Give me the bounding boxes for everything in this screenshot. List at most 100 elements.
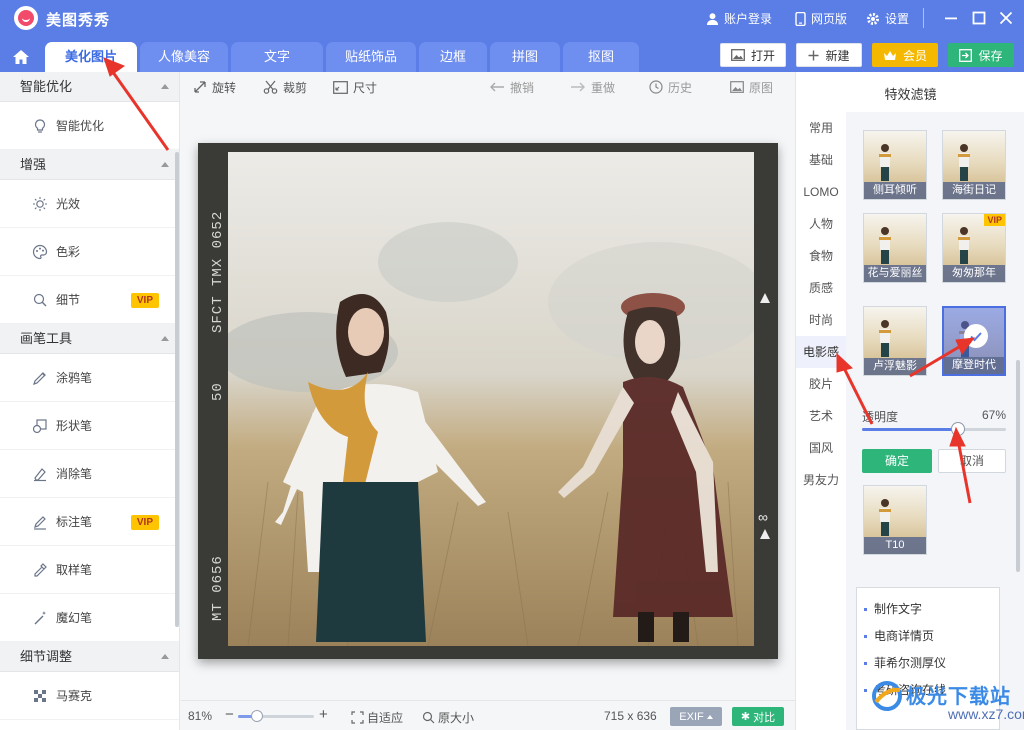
new-button[interactable]: 新建 — [796, 43, 862, 67]
filter-thumb[interactable]: T10 — [863, 485, 927, 555]
collapse-caret-icon — [161, 336, 169, 341]
category-art[interactable]: 艺术 — [796, 400, 846, 432]
phone-icon — [795, 11, 806, 26]
close-icon — [999, 11, 1013, 25]
tab-borders[interactable]: 边框 — [419, 42, 487, 72]
settings-label: 设置 — [885, 12, 910, 26]
web-version-button[interactable]: 网页版 — [795, 10, 847, 27]
tool-light-effect[interactable]: 光效 — [0, 180, 179, 228]
tab-cutout[interactable]: 抠图 — [563, 42, 639, 72]
user-icon — [706, 13, 719, 25]
original-button[interactable]: 原图 — [730, 78, 773, 96]
filter-thumb[interactable]: 卢浮魅影 — [863, 306, 927, 376]
tool-sample-pen[interactable]: 取样笔 — [0, 546, 179, 594]
category-texture[interactable]: 质感 — [796, 272, 846, 304]
compare-button[interactable]: ✱ 对比 — [732, 707, 784, 726]
tool-magic-pen[interactable]: 魔幻笔 — [0, 594, 179, 642]
category-common[interactable]: 常用 — [796, 112, 846, 144]
category-cinematic[interactable]: 电影感 — [796, 336, 846, 368]
popup-link[interactable]: 制作文字 — [857, 596, 999, 623]
section-brush-tools[interactable]: 画笔工具 — [0, 324, 179, 354]
rotate-button[interactable]: 旋转 — [193, 78, 236, 96]
zoom-slider[interactable] — [238, 710, 314, 722]
checkmark-icon — [964, 324, 988, 348]
opacity-slider[interactable] — [862, 422, 1006, 436]
size-button[interactable]: 尺寸 — [333, 78, 377, 96]
popup-link[interactable]: 电商详情页 — [857, 623, 999, 650]
filter-panel-title: 特效滤镜 — [884, 87, 937, 102]
section-smart-optimize[interactable]: 智能优化 — [0, 72, 179, 102]
filter-name: 匆匆那年 — [943, 265, 1005, 282]
exif-button[interactable]: EXIF — [670, 707, 722, 726]
magnify-icon — [422, 711, 435, 724]
magnify-icon — [33, 293, 47, 306]
tool-color[interactable]: 色彩 — [0, 228, 179, 276]
tab-text[interactable]: 文字 — [231, 42, 323, 72]
vip-member-label: 会员 — [902, 48, 927, 63]
tool-eraser-pen[interactable]: 消除笔 — [0, 450, 179, 498]
popup-link[interactable]: 菲希尔测厚仪 — [857, 650, 999, 677]
settings-button[interactable]: 设置 — [866, 10, 909, 27]
category-fashion[interactable]: 时尚 — [796, 304, 846, 336]
filter-scrollbar[interactable] — [1016, 360, 1020, 572]
account-login-label: 账户登录 — [724, 12, 773, 26]
category-boyfriend[interactable]: 男友力 — [796, 464, 846, 496]
doodle-icon — [33, 371, 46, 385]
section-detail-adjust[interactable]: 细节调整 — [0, 642, 179, 672]
minimize-button[interactable] — [941, 8, 961, 28]
tool-doodle-pen[interactable]: 涂鸦笔 — [0, 354, 179, 402]
undo-button[interactable]: 撤销 — [489, 78, 534, 96]
tab-beautify[interactable]: 美化图片 — [45, 42, 137, 72]
category-food[interactable]: 食物 — [796, 240, 846, 272]
maximize-button[interactable] — [969, 8, 989, 28]
account-login-button[interactable]: 账户登录 — [706, 10, 772, 27]
filter-thumb[interactable]: VIP 匆匆那年 — [942, 213, 1006, 283]
sidebar-scrollbar[interactable] — [175, 152, 179, 627]
opacity-value: 67% — [982, 408, 1007, 422]
home-button[interactable] — [0, 42, 42, 72]
tool-shape-pen[interactable]: 形状笔 — [0, 402, 179, 450]
category-chinese-style[interactable]: 国风 — [796, 432, 846, 464]
confirm-button[interactable]: 确定 — [862, 449, 932, 473]
category-basic[interactable]: 基础 — [796, 144, 846, 176]
tab-collage[interactable]: 拼图 — [490, 42, 560, 72]
vip-member-button[interactable]: 会员 — [872, 43, 938, 67]
edited-photo[interactable] — [228, 152, 754, 646]
tool-annotate-pen[interactable]: 标注笔 VIP — [0, 498, 179, 546]
filter-thumb[interactable]: 侧耳倾听 — [863, 130, 927, 200]
history-button[interactable]: 历史 — [649, 78, 692, 96]
tab-portrait[interactable]: 人像美容 — [140, 42, 228, 72]
original-size-button[interactable]: 原大小 — [422, 709, 474, 726]
tool-label: 消除笔 — [56, 467, 93, 481]
film-code-mid: 50 — [210, 382, 226, 401]
section-title: 智能优化 — [20, 79, 73, 94]
redo-button[interactable]: 重做 — [570, 78, 615, 96]
crop-button[interactable]: 裁剪 — [263, 78, 307, 96]
tool-smart-optimize[interactable]: 智能优化 — [0, 102, 179, 150]
filter-thumb-selected[interactable]: 摩登时代 — [942, 306, 1006, 376]
fit-screen-button[interactable]: 自适应 — [351, 709, 403, 726]
filter-thumb[interactable]: 花与爱丽丝 — [863, 213, 927, 283]
title-bar: 美图秀秀 账户登录 网页版 设置 — [0, 0, 1024, 36]
category-people[interactable]: 人物 — [796, 208, 846, 240]
open-button[interactable]: 打开 — [720, 43, 786, 67]
category-film[interactable]: 胶片 — [796, 368, 846, 400]
zoom-slider-handle[interactable] — [250, 710, 263, 722]
save-button[interactable]: 保存 — [948, 43, 1014, 67]
zoom-out-button[interactable]: − — [225, 706, 234, 723]
cancel-button[interactable]: 取消 — [938, 449, 1006, 473]
fit-icon — [351, 711, 364, 724]
thumb-figure — [958, 144, 970, 181]
sparkle-icon: ✱ — [740, 711, 751, 723]
category-lomo[interactable]: LOMO — [796, 176, 846, 208]
tool-mosaic[interactable]: 马赛克 — [0, 672, 179, 720]
zoom-in-button[interactable]: + — [319, 706, 328, 723]
section-enhance[interactable]: 增强 — [0, 150, 179, 180]
tab-stickers[interactable]: 贴纸饰品 — [326, 42, 416, 72]
close-button[interactable] — [996, 8, 1016, 28]
tool-detail[interactable]: 细节 VIP — [0, 276, 179, 324]
sun-icon — [33, 196, 47, 211]
thumb-figure — [879, 227, 891, 264]
maximize-icon — [972, 11, 986, 25]
filter-thumb[interactable]: 海街日记 — [942, 130, 1006, 200]
